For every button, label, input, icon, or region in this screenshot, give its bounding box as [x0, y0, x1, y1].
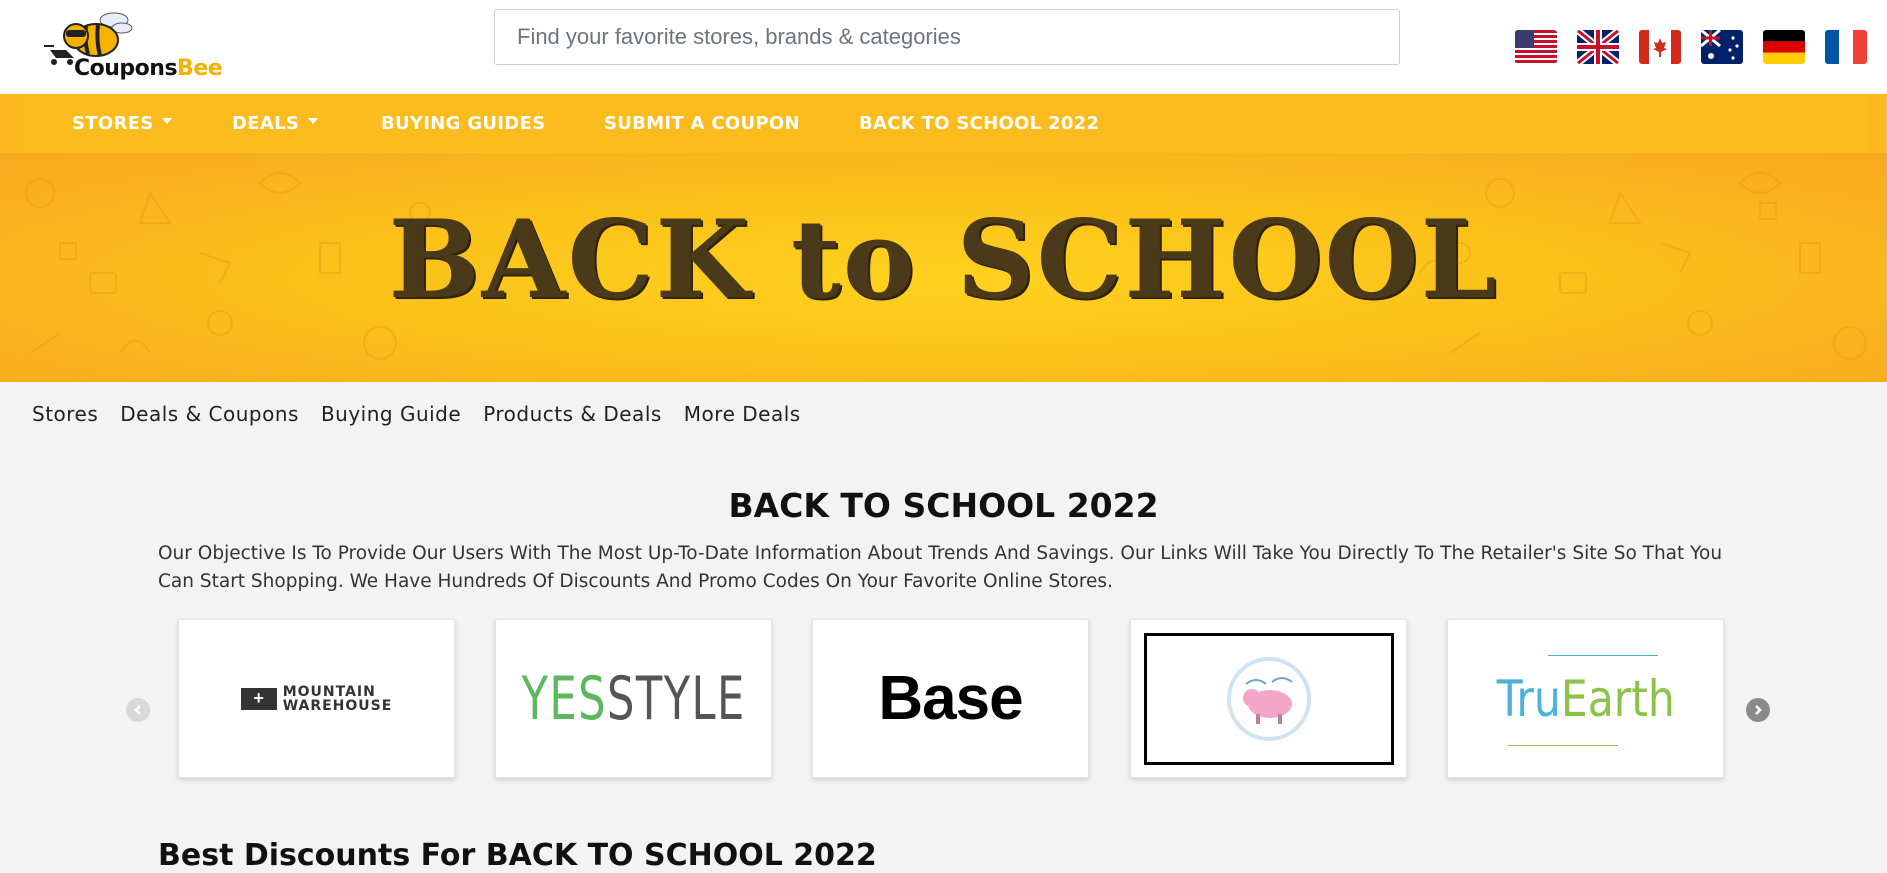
page-title: BACK TO SCHOOL 2022: [728, 486, 1159, 525]
nav-deals-label: DEALS: [232, 113, 300, 134]
site-logo[interactable]: CouponsBee: [44, 10, 244, 82]
yesstyle-style: STYLE: [606, 663, 746, 734]
base-logo: Base: [878, 664, 1023, 733]
mountain-warehouse-badge-icon: +: [240, 687, 277, 710]
caret-down-icon: [308, 118, 319, 124]
subnav-products-deals[interactable]: Products & Deals: [483, 402, 662, 426]
subnav-more-deals[interactable]: More Deals: [684, 402, 801, 426]
germany-flag-icon[interactable]: [1763, 30, 1805, 64]
store-card-base[interactable]: Base: [812, 619, 1089, 778]
nav-stores-dropdown[interactable]: STORES: [72, 94, 173, 153]
search-input[interactable]: [494, 9, 1400, 65]
pink-pig-logo: [1143, 632, 1394, 765]
chevron-left-icon: [134, 705, 141, 715]
subnav-stores[interactable]: Stores: [32, 402, 98, 426]
mw-line1: MOUNTAIN: [282, 683, 376, 700]
banner-title: BACK to SCHOOL: [0, 153, 1887, 382]
us-flag-icon[interactable]: [1515, 30, 1557, 64]
truearth-bottom-line: [1508, 745, 1618, 746]
subnav-buying-guide[interactable]: Buying Guide: [321, 402, 461, 426]
nav-back-to-school[interactable]: BACK TO SCHOOL 2022: [859, 94, 1099, 153]
hero-banner: BACK to SCHOOL: [0, 153, 1887, 382]
best-discounts-heading: Best Discounts For BACK TO SCHOOL 2022: [158, 838, 877, 873]
nav-stores-label: STORES: [72, 113, 154, 134]
logo-text-bee: Bee: [177, 56, 223, 81]
subnav-deals-coupons[interactable]: Deals & Coupons: [120, 402, 299, 426]
australia-flag-icon[interactable]: [1701, 30, 1743, 64]
main-nav: STORES DEALS BUYING GUIDES SUBMIT A COUP…: [0, 94, 1887, 153]
truearth-earth: Earth: [1560, 669, 1675, 728]
banner-text: BACK to SCHOOL: [388, 197, 1499, 323]
uk-flag-icon[interactable]: [1577, 30, 1619, 64]
intro-text: Our Objective Is To Provide Our Users Wi…: [158, 543, 1723, 592]
mw-line2: WAREHOUSE: [282, 697, 393, 714]
logo-text: CouponsBee: [74, 56, 223, 81]
nav-deals-dropdown[interactable]: DEALS: [232, 94, 319, 153]
store-card-pink-pig[interactable]: [1130, 619, 1407, 778]
carousel-next-button[interactable]: [1746, 698, 1770, 722]
nav-buying-guides[interactable]: BUYING GUIDES: [381, 94, 545, 153]
site-header: CouponsBee: [0, 0, 1887, 94]
caret-down-icon: [162, 118, 173, 124]
pig-icon: [1226, 656, 1311, 741]
store-card-truearth[interactable]: TruEarth: [1447, 619, 1724, 778]
main-nav-inner: STORES DEALS BUYING GUIDES SUBMIT A COUP…: [20, 94, 1867, 153]
mountain-warehouse-logo: + MOUNTAIN WAREHOUSE: [240, 683, 393, 714]
carousel-prev-button[interactable]: [126, 698, 150, 722]
france-flag-icon[interactable]: [1825, 30, 1867, 64]
canada-flag-icon[interactable]: [1639, 30, 1681, 64]
nav-submit-coupon[interactable]: SUBMIT A COUPON: [604, 94, 800, 153]
logo-text-coupons: Coupons: [74, 56, 178, 81]
truearth-tru: Tru: [1496, 669, 1561, 728]
yesstyle-yes: YES: [521, 663, 607, 734]
truearth-logo: TruEarth: [1496, 670, 1674, 728]
store-card-mountain-warehouse[interactable]: + MOUNTAIN WAREHOUSE: [178, 619, 455, 778]
store-card-yesstyle[interactable]: YESSTYLE: [495, 619, 772, 778]
country-flags: [1515, 30, 1867, 64]
chevron-right-icon: [1755, 705, 1762, 715]
yesstyle-logo: YESSTYLE: [521, 664, 745, 734]
sub-nav: Stores Deals & Coupons Buying Guide Prod…: [32, 402, 801, 426]
truearth-top-line: [1548, 655, 1658, 656]
